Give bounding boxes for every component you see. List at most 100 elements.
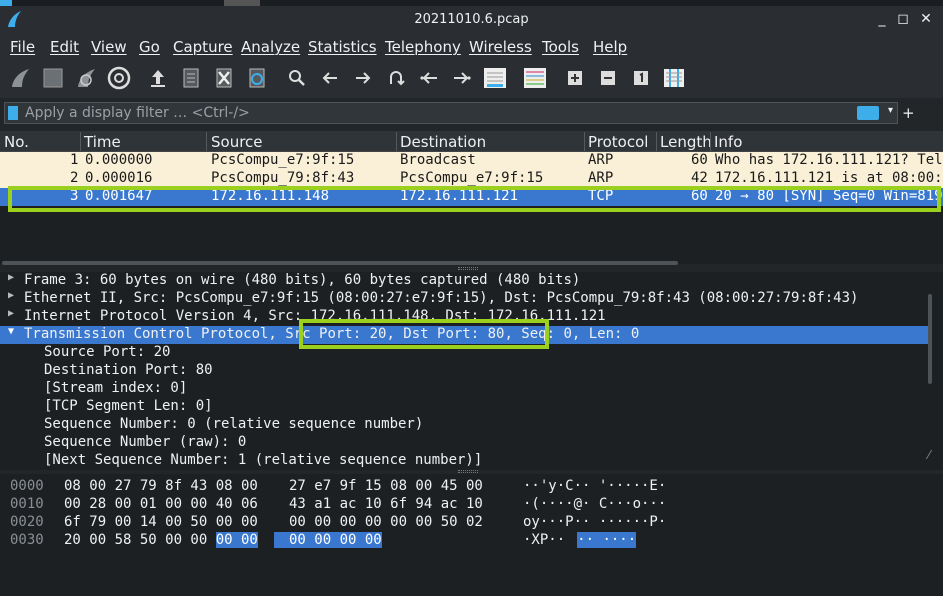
capture-options-icon[interactable]: [105, 64, 133, 92]
autoscroll-icon[interactable]: [481, 64, 509, 92]
cell-time: 0.000016: [85, 170, 153, 186]
menu-telephony[interactable]: Telephony: [385, 38, 461, 56]
collapse-arrow-icon[interactable]: ▼: [8, 326, 14, 337]
menu-tools[interactable]: Tools: [542, 38, 579, 56]
hex-bytes-selected[interactable]: 00 00 00 00: [274, 532, 382, 548]
add-filter-button-icon[interactable]: +: [902, 104, 915, 122]
chevron-down-icon[interactable]: ▾: [888, 105, 893, 116]
window-title: 20211010.6.pcap: [414, 12, 529, 27]
hex-bytes[interactable]: 00 00 00 00 00 00 50 02: [289, 514, 483, 530]
tree-item-frame[interactable]: ▶ Frame 3: 60 bytes on wire (480 bits), …: [0, 272, 928, 290]
tree-item-field[interactable]: Sequence Number: 0 (relative sequence nu…: [0, 416, 928, 434]
column-header-no[interactable]: No.: [4, 133, 29, 151]
menu-view[interactable]: View: [91, 38, 127, 56]
cell-info: Who has 172.16.111.121? Tell 172.16.111.…: [715, 152, 943, 168]
menu-wireless[interactable]: Wireless: [469, 38, 532, 56]
cell-protocol: ARP: [588, 152, 614, 168]
ascii-bytes-selected: ·· ····: [577, 532, 637, 548]
menu-file[interactable]: File: [10, 38, 35, 56]
shark-fin-start-icon[interactable]: [6, 64, 34, 92]
zoom-in-icon[interactable]: [561, 64, 589, 92]
ascii-bytes[interactable]: oy···P·· ······P·: [523, 514, 666, 530]
column-header-destination[interactable]: Destination: [400, 133, 486, 151]
cell-no: 1: [70, 152, 79, 168]
reload-icon[interactable]: [243, 64, 271, 92]
hex-line: 0020 6f 79 00 14 00 50 00 00 00 00 00 00…: [10, 514, 667, 530]
hex-bytes[interactable]: 00 28 00 01 00 00 40 06: [64, 496, 258, 512]
minimize-icon[interactable]: _: [872, 9, 892, 29]
hex-bytes[interactable]: 27 e7 9f 15 08 00 45 00: [289, 478, 483, 494]
packet-row[interactable]: 1 0.000000 PcsCompu_e7:9f:15 Broadcast A…: [0, 152, 943, 170]
tree-item-field[interactable]: [Next Sequence Number: 1 (relative seque…: [0, 452, 928, 470]
display-filter-input[interactable]: [25, 104, 845, 122]
hex-line: 0010 00 28 00 01 00 00 40 06 43 a1 ac 10…: [10, 496, 667, 512]
cell-length: 60: [691, 152, 708, 168]
column-header-source[interactable]: Source: [211, 133, 263, 151]
expand-arrow-icon[interactable]: ▶: [8, 290, 14, 301]
tcp-summary-prefix: Transmission Control Protocol,: [24, 326, 286, 342]
column-header-length[interactable]: Length: [660, 133, 712, 151]
packet-details-tree: ▶ Frame 3: 60 bytes on wire (480 bits), …: [0, 272, 943, 470]
find-packet-icon[interactable]: [283, 64, 311, 92]
cell-source: PcsCompu_79:8f:43: [211, 170, 355, 186]
ascii-bytes[interactable]: ··'y·C·· '·····E·: [523, 478, 666, 494]
menu-go[interactable]: Go: [139, 38, 160, 56]
menu-analyze[interactable]: Analyze: [241, 38, 300, 56]
cell-time: 0.000000: [85, 152, 153, 168]
cell-no: 2: [70, 170, 79, 186]
vertical-scrollbar[interactable]: [928, 294, 932, 384]
zoom-out-icon[interactable]: [594, 64, 622, 92]
pane-splitter-handle[interactable]: [458, 267, 478, 270]
window-edge-fragment: ⁄: [928, 448, 931, 462]
go-back-icon[interactable]: [316, 64, 344, 92]
menu-edit[interactable]: Edit: [50, 38, 79, 56]
maximize-icon[interactable]: ◻: [893, 9, 913, 29]
column-header-protocol[interactable]: Protocol: [588, 133, 648, 151]
last-packet-icon[interactable]: [448, 64, 476, 92]
cell-length: 42: [691, 170, 708, 186]
expand-arrow-icon[interactable]: ▶: [8, 272, 14, 283]
packet-bytes-pane: 0000 08 00 27 79 8f 43 08 00 27 e7 9f 15…: [0, 474, 943, 596]
pane-splitter-handle[interactable]: [458, 470, 478, 473]
cell-destination: Broadcast: [400, 152, 476, 168]
column-header-time[interactable]: Time: [84, 133, 121, 151]
restart-capture-icon[interactable]: [72, 64, 100, 92]
tree-item-ethernet[interactable]: ▶ Ethernet II, Src: PcsCompu_e7:9f:15 (0…: [0, 290, 928, 308]
display-filter-bar: ▾: [4, 102, 898, 124]
menu-statistics[interactable]: Statistics: [308, 38, 377, 56]
ascii-bytes[interactable]: ·(····@· C···o···: [523, 496, 666, 512]
colorize-icon[interactable]: [521, 64, 549, 92]
menu-capture[interactable]: Capture: [173, 38, 233, 56]
hex-bytes[interactable]: 6f 79 00 14 00 50 00 00: [64, 514, 258, 530]
hex-line: 0030 20 00 58 50 00 00 00 00 00 00 00 00…: [10, 532, 637, 548]
open-file-icon[interactable]: [144, 64, 172, 92]
cell-protocol: ARP: [588, 170, 614, 186]
tree-item-field[interactable]: [Stream index: 0]: [0, 380, 928, 398]
tree-item-field[interactable]: Destination Port: 80: [0, 362, 928, 380]
normal-size-icon[interactable]: [627, 64, 655, 92]
column-header-info[interactable]: Info: [714, 133, 742, 151]
hex-bytes[interactable]: 43 a1 ac 10 6f 94 ac 10: [289, 496, 483, 512]
horizontal-scrollbar[interactable]: [2, 261, 678, 265]
menu-help[interactable]: Help: [593, 38, 627, 56]
tree-item-field[interactable]: Sequence Number (raw): 0: [0, 434, 928, 452]
go-forward-icon[interactable]: [349, 64, 377, 92]
ascii-bytes[interactable]: ·XP·· ·· ····: [523, 532, 637, 548]
title-bar: 20211010.6.pcap _ ◻ ✕: [0, 6, 943, 34]
apply-filter-arrow-icon[interactable]: [857, 106, 879, 120]
hex-bytes[interactable]: 08 00 27 79 8f 43 08 00: [64, 478, 258, 494]
first-packet-icon[interactable]: [415, 64, 443, 92]
stop-icon[interactable]: [39, 64, 67, 92]
cell-info: 172.16.111.121 is at 08:00:27:79:8f:43: [715, 170, 943, 186]
file-set-icon[interactable]: [177, 64, 205, 92]
expand-arrow-icon[interactable]: ▶: [8, 308, 14, 319]
go-to-packet-icon[interactable]: [382, 64, 410, 92]
resize-columns-icon[interactable]: [660, 64, 688, 92]
cell-destination: PcsCompu_e7:9f:15: [400, 170, 544, 186]
tree-item-field[interactable]: [TCP Segment Len: 0]: [0, 398, 928, 416]
hex-bytes[interactable]: 20 00 58 50 00 00 00 00: [64, 532, 258, 548]
close-icon[interactable]: ✕: [916, 9, 936, 29]
main-toolbar: [0, 60, 943, 98]
bookmark-icon[interactable]: [8, 106, 18, 120]
close-file-icon[interactable]: [210, 64, 238, 92]
